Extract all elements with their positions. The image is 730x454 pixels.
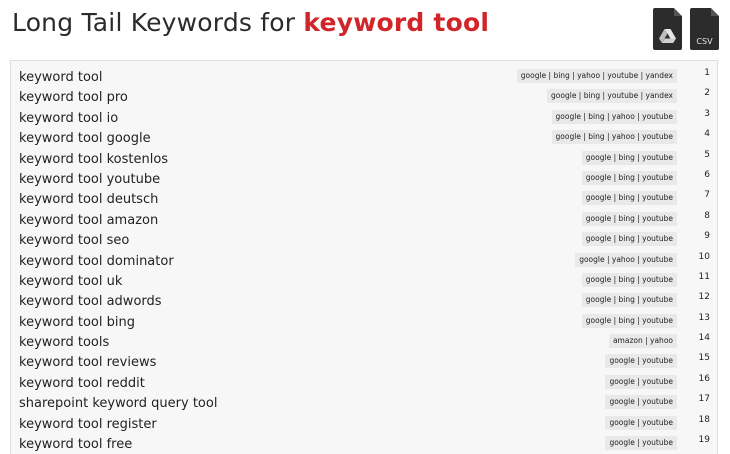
search-engines-badge: google | youtube [605, 415, 677, 430]
keyword-text[interactable]: keyword tool deutsch [19, 191, 158, 209]
row-number: 18 [698, 414, 710, 425]
keyword-row[interactable]: keyword tool deutsch google | bing | yout… [11, 188, 717, 208]
title-prefix: Long Tail Keywords for [12, 8, 304, 37]
search-engines-badge: google | bing | youtube [581, 170, 677, 185]
search-engines-badge: amazon | yahoo [608, 334, 677, 349]
row-number: 17 [698, 394, 710, 405]
keyword-text[interactable]: keyword tool reviews [19, 354, 156, 372]
keyword-text[interactable]: keyword tool register [19, 416, 157, 434]
keyword-row[interactable]: keyword tool pro google | bing | youtube … [11, 86, 717, 106]
row-number: 10 [698, 251, 710, 262]
row-number: 9 [704, 231, 710, 242]
search-engines-badge: google | bing | yahoo | youtube [551, 130, 677, 145]
search-engines-badge: google | youtube [605, 436, 677, 451]
keyword-text[interactable]: keyword tool google [19, 130, 151, 148]
keyword-text[interactable]: keyword tool bing [19, 314, 135, 332]
keyword-text[interactable]: keyword tool free [19, 436, 132, 454]
keyword-text[interactable]: keyword tool io [19, 110, 118, 128]
keyword-row[interactable]: keyword tool google | bing | yahoo | yout… [11, 66, 717, 86]
keyword-text[interactable]: keyword tool uk [19, 273, 122, 291]
keyword-row[interactable]: keyword tool reviews google | youtube 15 [11, 351, 717, 371]
title-keyword: keyword tool [303, 8, 490, 37]
search-engines-badge: google | bing | youtube [581, 272, 677, 287]
search-engines-badge: google | bing | yahoo | youtube | yandex [516, 69, 677, 83]
row-number: 13 [698, 312, 710, 323]
keyword-row[interactable]: keyword tool bing google | bing | youtube… [11, 311, 717, 331]
row-number: 7 [704, 190, 710, 201]
keyword-text[interactable]: sharepoint keyword query tool [19, 395, 217, 413]
keyword-row[interactable]: keyword tool google google | bing | yahoo… [11, 127, 717, 147]
search-engines-badge: google | yahoo | youtube [575, 252, 677, 267]
keyword-row[interactable]: sharepoint keyword query tool google | yo… [11, 392, 717, 412]
keyword-text[interactable]: keyword tool reddit [19, 375, 145, 393]
row-number: 5 [704, 149, 710, 160]
row-number: 6 [704, 169, 710, 180]
export-google-drive-button[interactable] [653, 8, 682, 50]
row-number: 19 [698, 435, 710, 446]
search-engines-badge: google | bing | youtube | yandex [547, 89, 677, 104]
keyword-row[interactable]: keyword tool youtube google | bing | yout… [11, 168, 717, 188]
search-engines-badge: google | youtube [605, 354, 677, 369]
row-number: 11 [698, 271, 710, 282]
search-engines-badge: google | bing | youtube [581, 313, 677, 328]
search-engines-badge: google | bing | youtube [581, 293, 677, 308]
row-number: 14 [698, 333, 710, 344]
keyword-list: keyword tool google | bing | yahoo | yout… [10, 60, 718, 454]
search-engines-badge: google | bing | youtube [581, 191, 677, 206]
search-engines-badge: google | youtube [605, 374, 677, 389]
keyword-row[interactable]: keyword tool uk google | bing | youtube 11 [11, 270, 717, 290]
keyword-text[interactable]: keyword tool kostenlos [19, 151, 168, 169]
search-engines-badge: google | bing | youtube [581, 232, 677, 247]
export-csv-button[interactable]: CSV [690, 8, 719, 50]
search-engines-badge: google | youtube [605, 395, 677, 410]
keyword-row[interactable]: keyword tool dominator google | yahoo | y… [11, 250, 717, 270]
csv-file-icon: CSV [696, 37, 713, 46]
keyword-text[interactable]: keyword tool amazon [19, 212, 158, 230]
keyword-text[interactable]: keyword tool pro [19, 89, 128, 107]
keyword-text[interactable]: keyword tool youtube [19, 171, 160, 189]
keyword-row[interactable]: keyword tool amazon google | bing | youtu… [11, 209, 717, 229]
keyword-row[interactable]: keyword tool register google | youtube 18 [11, 413, 717, 433]
keyword-row[interactable]: keyword tool reddit google | youtube 16 [11, 372, 717, 392]
keyword-row[interactable]: keyword tools amazon | yahoo 14 [11, 331, 717, 351]
search-engines-badge: google | bing | youtube [581, 150, 677, 165]
row-number: 1 [704, 68, 710, 78]
search-engines-badge: google | bing | youtube [581, 211, 677, 226]
page-title: Long Tail Keywords for keyword tool [12, 6, 730, 40]
keyword-text[interactable]: keyword tool dominator [19, 253, 174, 271]
row-number: 2 [704, 88, 710, 99]
keyword-text[interactable]: keyword tool adwords [19, 293, 162, 311]
page-header: Long Tail Keywords for keyword tool [12, 6, 730, 50]
row-number: 12 [698, 292, 710, 303]
keyword-text[interactable]: keyword tool seo [19, 232, 129, 250]
keyword-row[interactable]: keyword tool adwords google | bing | yout… [11, 290, 717, 310]
keyword-row[interactable]: keyword tool io google | bing | yahoo | y… [11, 107, 717, 127]
row-number: 4 [704, 129, 710, 140]
keyword-row[interactable]: keyword tool seo google | bing | youtube 9 [11, 229, 717, 249]
keyword-text[interactable]: keyword tools [19, 334, 109, 352]
keyword-text[interactable]: keyword tool [19, 69, 102, 87]
search-engines-badge: google | bing | yahoo | youtube [551, 109, 677, 124]
row-number: 16 [698, 373, 710, 384]
google-drive-icon [659, 29, 676, 43]
row-number: 3 [704, 108, 710, 119]
keyword-row[interactable]: keyword tool kostenlos google | bing | yo… [11, 148, 717, 168]
keyword-row[interactable]: keyword tool free google | youtube 19 [11, 433, 717, 453]
row-number: 15 [698, 353, 710, 364]
row-number: 8 [704, 210, 710, 221]
